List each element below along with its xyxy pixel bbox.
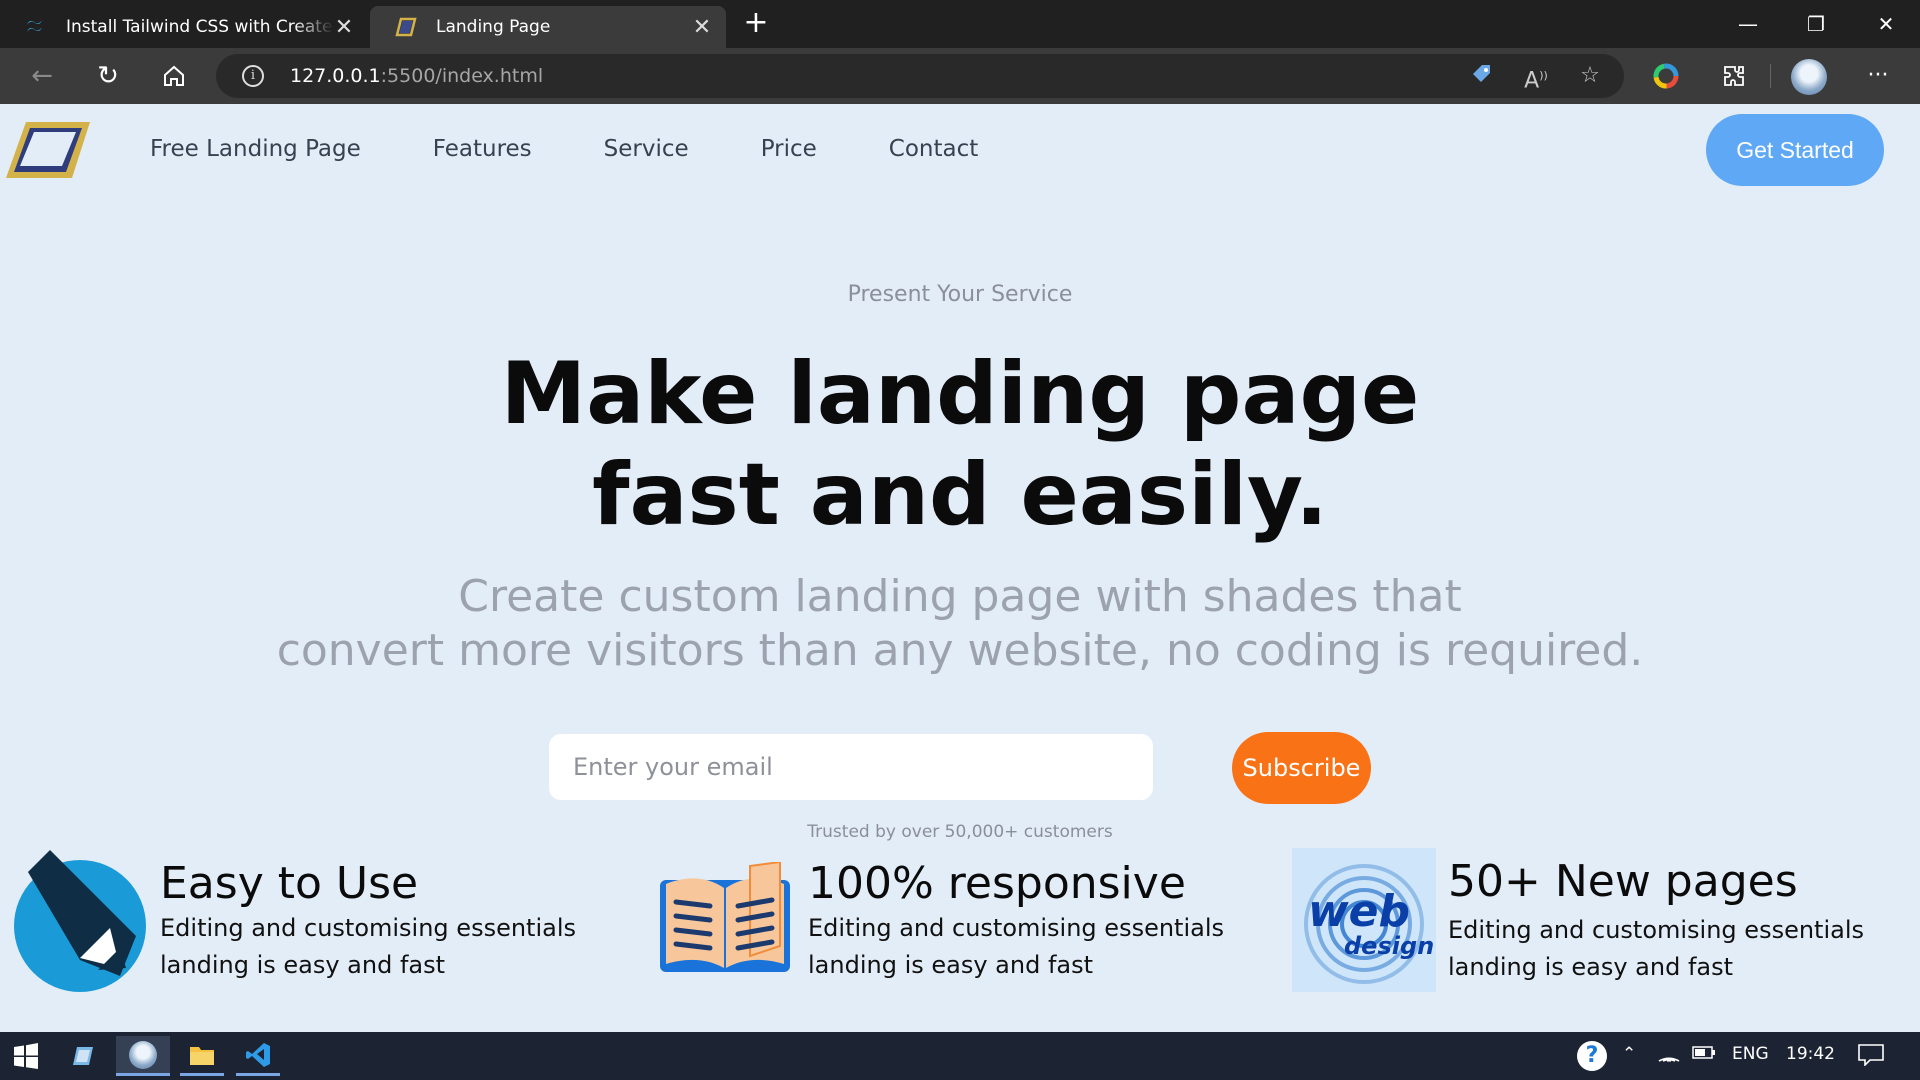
hero-title-line: fast and easily. bbox=[592, 445, 1328, 545]
tailwind-icon bbox=[27, 20, 42, 32]
tab-title: Landing Page bbox=[436, 17, 551, 37]
feature-title: 50+ New pages bbox=[1448, 856, 1798, 907]
profile-avatar[interactable] bbox=[1791, 59, 1827, 95]
hero-eyebrow: Present Your Service bbox=[847, 282, 1073, 307]
hero-title-line: Make landing page bbox=[500, 344, 1420, 444]
file-explorer-icon[interactable] bbox=[180, 1036, 224, 1076]
feature-text: Editing and customising essentials landi… bbox=[1448, 916, 1865, 981]
tab-tailwind-docs[interactable]: Install Tailwind CSS with Create React A… bbox=[0, 6, 368, 48]
battery-icon[interactable] bbox=[1692, 1044, 1716, 1065]
url-text[interactable]: 127.0.0.1:5500/index.html bbox=[290, 65, 543, 87]
chevron-up-icon[interactable]: ⌃ bbox=[1622, 1044, 1636, 1064]
color-wheel-extension-icon[interactable] bbox=[1648, 58, 1684, 94]
clock[interactable]: 19:42 bbox=[1786, 1044, 1835, 1064]
notepad-app-icon[interactable] bbox=[64, 1036, 104, 1076]
reload-icon[interactable]: ↻ bbox=[90, 58, 126, 94]
add-favorite-icon[interactable]: ☆ bbox=[1576, 62, 1604, 90]
nav-link-service[interactable]: Service bbox=[604, 136, 689, 162]
close-tab-icon[interactable]: ✕ bbox=[692, 15, 712, 40]
language-indicator[interactable]: ENG bbox=[1732, 1044, 1769, 1064]
tab-landing-page[interactable]: Landing Page ✕ bbox=[370, 6, 726, 48]
vscode-icon[interactable] bbox=[236, 1036, 280, 1076]
hero-subtitle-line: convert more visitors than any website, … bbox=[276, 625, 1644, 676]
nav-link-price[interactable]: Price bbox=[761, 136, 817, 162]
extensions-icon[interactable] bbox=[1716, 58, 1752, 94]
logo-parallelogram-icon bbox=[395, 17, 417, 37]
address-bar[interactable]: i 127.0.0.1:5500/index.html A)) ☆ bbox=[216, 54, 1624, 98]
browser-toolbar: ← ↻ i 127.0.0.1:5500/index.html A)) ☆ ··… bbox=[0, 48, 1920, 104]
help-icon[interactable]: ? bbox=[1572, 1036, 1612, 1076]
hero-title: Make landing page fast and easily. bbox=[0, 344, 1920, 546]
read-aloud-icon[interactable]: A)) bbox=[1522, 62, 1550, 93]
nav-link-features[interactable]: Features bbox=[433, 136, 532, 162]
trusted-note: Trusted by over 50,000+ customers bbox=[807, 822, 1113, 842]
email-input[interactable] bbox=[549, 734, 1153, 800]
feature-text: Editing and customising essentials landi… bbox=[808, 914, 1225, 979]
close-window-icon[interactable]: ✕ bbox=[1858, 6, 1914, 42]
svg-text:design: design bbox=[1344, 932, 1434, 960]
open-book-icon bbox=[660, 862, 790, 972]
close-tab-icon[interactable]: ✕ bbox=[334, 15, 354, 40]
coupon-tag-icon[interactable] bbox=[1468, 62, 1496, 90]
web-design-logo: web design bbox=[1292, 848, 1436, 992]
feature-title: 100% responsive bbox=[808, 858, 1186, 909]
main-nav: Free Landing Page Features Service Price… bbox=[150, 136, 1050, 162]
feature-title: Easy to Use bbox=[160, 858, 419, 909]
more-menu-icon[interactable]: ··· bbox=[1860, 58, 1896, 94]
new-tab-button[interactable]: + bbox=[742, 8, 770, 38]
tab-title: Install Tailwind CSS with Create React A… bbox=[66, 17, 334, 37]
pencil-icon bbox=[14, 850, 146, 992]
back-icon[interactable]: ← bbox=[24, 58, 60, 94]
toolbar-divider bbox=[1770, 64, 1771, 88]
notifications-icon[interactable] bbox=[1858, 1044, 1884, 1071]
restore-icon[interactable]: ❐ bbox=[1788, 6, 1844, 42]
site-logo[interactable] bbox=[4, 118, 92, 182]
site-info-icon[interactable]: i bbox=[242, 65, 264, 87]
get-started-button[interactable]: Get Started bbox=[1706, 114, 1884, 186]
browser-tab-strip: Install Tailwind CSS with Create React A… bbox=[0, 0, 1920, 48]
hero-subtitle-line: Create custom landing page with shades t… bbox=[458, 571, 1462, 622]
browser-app-icon[interactable] bbox=[116, 1036, 170, 1076]
minimize-icon[interactable]: — bbox=[1720, 6, 1776, 42]
home-icon[interactable] bbox=[156, 58, 192, 94]
hero-subtitle: Create custom landing page with shades t… bbox=[0, 570, 1920, 678]
feature-text: Editing and customising essentials landi… bbox=[160, 914, 577, 979]
landing-page: Free Landing Page Features Service Price… bbox=[0, 104, 1920, 1032]
start-icon[interactable] bbox=[6, 1036, 46, 1076]
svg-text:web: web bbox=[1308, 886, 1410, 937]
os-taskbar: ? ⌃ ENG 19:42 bbox=[0, 1032, 1920, 1080]
nav-link-free-landing-page[interactable]: Free Landing Page bbox=[150, 136, 361, 162]
nav-link-contact[interactable]: Contact bbox=[889, 136, 978, 162]
wifi-icon[interactable] bbox=[1658, 1044, 1680, 1067]
subscribe-button[interactable]: Subscribe bbox=[1232, 732, 1371, 804]
